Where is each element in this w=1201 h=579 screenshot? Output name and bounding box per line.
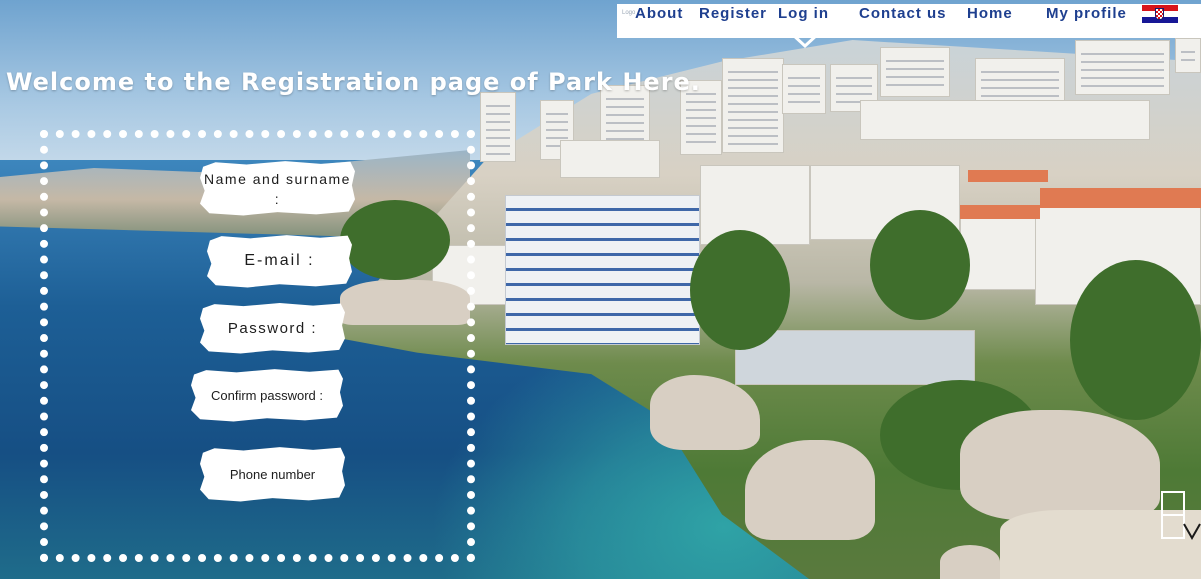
chevron-down-icon[interactable] [790,32,820,48]
building [1175,38,1201,73]
trees [870,210,970,320]
nav-link-contact-us[interactable]: Contact us [859,5,947,22]
name-surname-field[interactable]: Name and surname : [200,161,355,216]
rocks [940,545,1000,579]
building [880,47,950,97]
confirm-password-field[interactable]: Confirm password : [191,369,343,422]
nav-link-about[interactable]: About [635,5,683,22]
trees [690,230,790,350]
nav-link-login[interactable]: Log in [778,5,829,22]
nav-link-my-profile[interactable]: My profile [1046,5,1127,22]
password-field[interactable]: Password : [200,303,345,354]
password-label: Password : [227,319,318,337]
building [722,58,784,153]
phone-number-label: Phone number [229,466,316,482]
building [1075,40,1170,95]
roof [968,170,1048,182]
building [960,210,1040,290]
croatia-flag-icon[interactable] [1142,5,1178,23]
email-label: E-mail : [244,252,315,269]
site-logo[interactable]: Logo [622,10,635,16]
building [480,92,516,162]
building [782,64,826,114]
top-navigation-bar: Logo About Register Log in Contact us Ho… [617,4,1201,38]
building [560,140,660,178]
building [860,100,1150,140]
page-title: Welcome to the Registration page of Park… [6,68,701,96]
nav-link-register[interactable]: Register [699,5,767,22]
email-field[interactable]: E-mail : [207,235,352,288]
hotel-building [505,195,700,345]
rocks [960,410,1160,520]
building [735,330,975,385]
name-surname-label: Name and surname : [204,171,351,207]
rocks [745,440,875,540]
confirm-password-label: Confirm password : [211,387,323,403]
roof [960,205,1040,219]
scroll-widget-icon[interactable] [1160,490,1201,540]
phone-number-field[interactable]: Phone number [200,447,345,502]
roof [1040,188,1201,208]
nav-link-home[interactable]: Home [967,5,1013,22]
trees [1070,260,1201,420]
